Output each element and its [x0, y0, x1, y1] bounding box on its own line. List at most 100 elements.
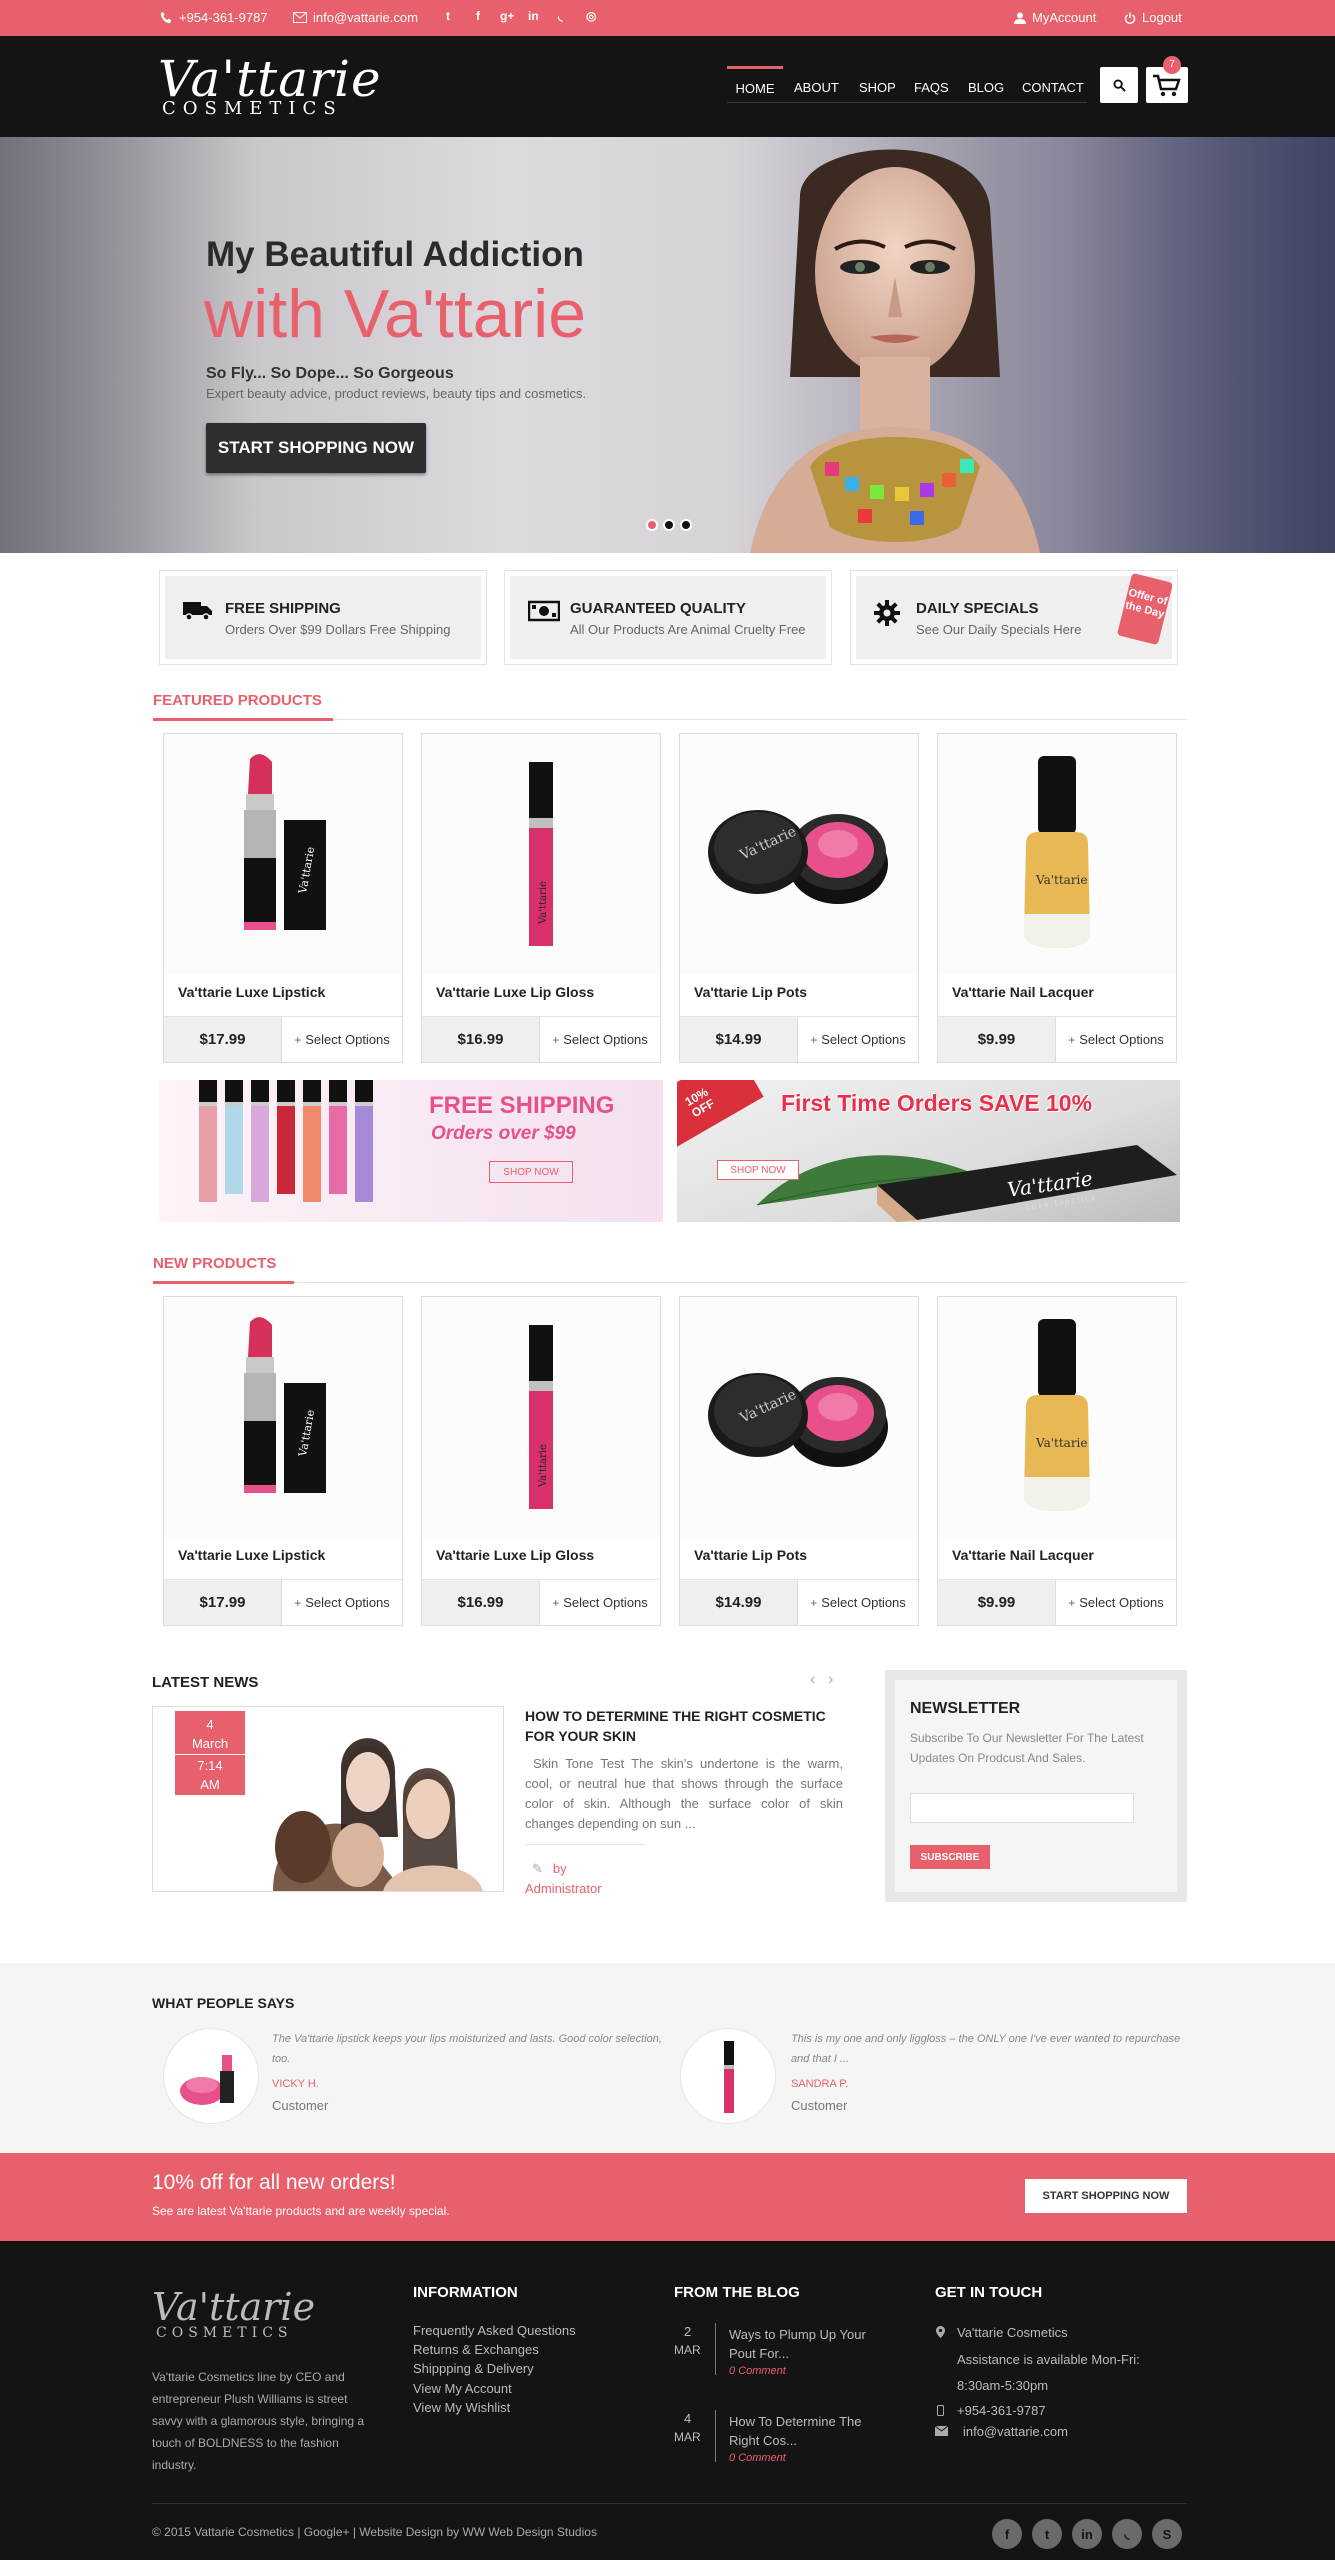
select-options-button[interactable]: + Select Options	[540, 1017, 660, 1062]
linkedin-icon[interactable]: in	[1072, 2519, 1102, 2549]
newsletter-email-input[interactable]	[910, 1793, 1134, 1823]
promo-start-shopping-button[interactable]: START SHOPPING NOW	[1025, 2179, 1187, 2213]
nav-shop[interactable]: SHOP	[859, 66, 896, 108]
product-name[interactable]: Va'ttarie Luxe Lip Gloss	[436, 984, 594, 1000]
news-next-arrow-icon[interactable]: ›	[828, 1671, 833, 1689]
product-card[interactable]: Va'ttarie Va'ttarie Lip Pots $14.99 + Select…	[679, 1296, 919, 1626]
product-image[interactable]: Va'ttarie	[164, 734, 402, 974]
facebook-icon[interactable]: f	[992, 2519, 1022, 2549]
select-options-button[interactable]: + Select Options	[798, 1580, 918, 1625]
footer-link-account[interactable]: View My Account	[413, 2381, 512, 2396]
free-shipping-banner[interactable]: FREE SHIPPING Orders over $99 SHOP NOW	[159, 1080, 663, 1222]
subscribe-button[interactable]: SUBSCRIBE	[910, 1845, 990, 1869]
product-card[interactable]: Va'ttarie Va'ttarie Luxe Lip Gloss $16.99 +…	[421, 733, 661, 1063]
product-name[interactable]: Va'ttarie Luxe Lipstick	[178, 1547, 325, 1563]
google-plus-icon[interactable]: g+	[500, 9, 514, 23]
nav-faqs[interactable]: FAQS	[914, 66, 949, 108]
product-image[interactable]: Va'ttarie	[422, 734, 660, 974]
my-account-link[interactable]: MyAccount	[1014, 10, 1096, 25]
dribbble-icon[interactable]: ◎	[586, 9, 596, 23]
product-card[interactable]: Va'ttarie Va'ttarie Luxe Lip Gloss $16.99 +…	[421, 1296, 661, 1626]
product-image[interactable]: Va'ttarie	[680, 734, 918, 974]
newsletter-box: NEWSLETTER Subscribe To Our Newsletter F…	[885, 1670, 1187, 1902]
product-name[interactable]: Va'ttarie Nail Lacquer	[952, 1547, 1094, 1563]
select-options-button[interactable]: + Select Options	[1056, 1017, 1176, 1062]
email-contact[interactable]: info@vattarie.com	[293, 10, 418, 25]
svg-text:Va'ttarie: Va'ttarie	[538, 881, 549, 925]
phone-contact[interactable]: +954-361-9787	[160, 10, 268, 25]
skype-icon[interactable]: S	[1152, 2519, 1182, 2549]
news-image[interactable]: 4 March 7:14 AM	[152, 1706, 504, 1892]
cart-icon	[1153, 74, 1181, 97]
select-options-button[interactable]: + Select Options	[1056, 1580, 1176, 1625]
cart-count-badge: 7	[1163, 56, 1181, 74]
select-options-button[interactable]: + Select Options	[282, 1580, 402, 1625]
banner-shop-now-button[interactable]: SHOP NOW	[489, 1161, 573, 1183]
plus-icon: +	[294, 1032, 302, 1047]
news-time: 7:14 AM	[197, 1758, 223, 1792]
select-options-button[interactable]: + Select Options	[540, 1580, 660, 1625]
product-image[interactable]: Va'ttarie	[164, 1297, 402, 1537]
blog-comments[interactable]: 0 Comment	[729, 2365, 786, 2377]
hero-tagline: So Fly... So Dope... So Gorgeous	[206, 365, 454, 382]
footer-link-wishlist[interactable]: View My Wishlist	[413, 2400, 510, 2415]
search-button[interactable]	[1100, 67, 1138, 103]
first-order-banner[interactable]: Va'ttarie Luxe Lipstick 10% OFF First Ti…	[677, 1080, 1180, 1222]
product-card[interactable]: Va'ttarie Va'ttarie Luxe Lipstick $17.99 + S…	[163, 1296, 403, 1626]
news-post-title[interactable]: HOW TO DETERMINE THE RIGHT COSMETIC FOR …	[525, 1706, 845, 1746]
featured-products-title: FEATURED PRODUCTS	[153, 692, 322, 709]
phone-text: +954-361-9787	[179, 10, 268, 25]
blog-post-title[interactable]: Ways to Plump Up Your Pout For...	[729, 2325, 879, 2363]
logout-link[interactable]: Logout	[1124, 10, 1182, 25]
contact-email[interactable]: info@vattarie.com	[963, 2424, 1068, 2439]
slider-dot-3[interactable]	[680, 519, 692, 531]
nav-blog[interactable]: BLOG	[968, 66, 1004, 108]
testimonial-role: Customer	[791, 2098, 848, 2113]
product-name[interactable]: Va'ttarie Lip Pots	[694, 984, 807, 1000]
product-card[interactable]: Va'ttarie Va'ttarie Lip Pots $14.99 + Select…	[679, 733, 919, 1063]
news-prev-arrow-icon[interactable]: ‹	[810, 1671, 815, 1689]
product-name[interactable]: Va'ttarie Luxe Lipstick	[178, 984, 325, 1000]
footer-link-shipping[interactable]: Shippping & Delivery	[413, 2361, 534, 2376]
start-shopping-button[interactable]: START SHOPPING NOW	[206, 423, 426, 473]
linkedin-icon[interactable]: in	[528, 9, 539, 23]
nav-home[interactable]: HOME	[727, 66, 783, 108]
nav-about[interactable]: ABOUT	[794, 66, 839, 108]
footer-link-faq[interactable]: Frequently Asked Questions	[413, 2323, 576, 2338]
product-image[interactable]: Va'ttarie	[938, 734, 1176, 974]
twitter-icon[interactable]: t	[446, 9, 450, 23]
rss-icon[interactable]: ◟	[558, 9, 563, 23]
product-footer: $14.99 + Select Options	[680, 1579, 918, 1625]
facebook-icon[interactable]: f	[476, 9, 480, 23]
footer-logo[interactable]: Va'ttarie	[152, 2285, 315, 2329]
banner-subtitle: Orders over $99	[431, 1123, 576, 1144]
contact-phone[interactable]: +954-361-9787	[957, 2403, 1046, 2418]
my-account-label: MyAccount	[1032, 10, 1097, 25]
footer-link-returns[interactable]: Returns & Exchanges	[413, 2342, 539, 2357]
hero-subheading: with Va'ttarie	[204, 276, 587, 352]
product-name[interactable]: Va'ttarie Luxe Lip Gloss	[436, 1547, 594, 1563]
product-image[interactable]: Va'ttarie	[422, 1297, 660, 1537]
product-card[interactable]: Va'ttarie Va'ttarie Luxe Lipstick $17.99 + S…	[163, 733, 403, 1063]
nav-contact[interactable]: CONTACT	[1022, 66, 1084, 108]
slider-dot-2[interactable]	[663, 519, 675, 531]
slider-dot-1[interactable]	[646, 519, 658, 531]
feature-daily-specials[interactable]: DAILY SPECIALS See Our Daily Specials He…	[850, 570, 1178, 665]
select-options-button[interactable]: + Select Options	[798, 1017, 918, 1062]
select-options-button[interactable]: + Select Options	[282, 1017, 402, 1062]
blog-comments[interactable]: 0 Comment	[729, 2452, 786, 2464]
product-image[interactable]: Va'ttarie	[680, 1297, 918, 1537]
feature-title: FREE SHIPPING	[225, 600, 341, 617]
product-name[interactable]: Va'ttarie Lip Pots	[694, 1547, 807, 1563]
news-date-badge: 4 March 7:14 AM	[175, 1711, 245, 1795]
twitter-icon[interactable]: t	[1032, 2519, 1062, 2549]
product-image[interactable]: Va'ttarie	[938, 1297, 1176, 1537]
banner-shop-now-button[interactable]: SHOP NOW	[717, 1160, 799, 1180]
news-author[interactable]: Administrator	[525, 1881, 602, 1896]
hero-heading: My Beautiful Addiction	[206, 235, 584, 274]
product-card[interactable]: Va'ttarie Va'ttarie Nail Lacquer $9.99 + Sel…	[937, 1296, 1177, 1626]
rss-icon[interactable]: ◟	[1112, 2519, 1142, 2549]
product-name[interactable]: Va'ttarie Nail Lacquer	[952, 984, 1094, 1000]
product-card[interactable]: Va'ttarie Va'ttarie Nail Lacquer $9.99 + Sel…	[937, 733, 1177, 1063]
blog-post-title[interactable]: How To Determine The Right Cos...	[729, 2412, 879, 2450]
